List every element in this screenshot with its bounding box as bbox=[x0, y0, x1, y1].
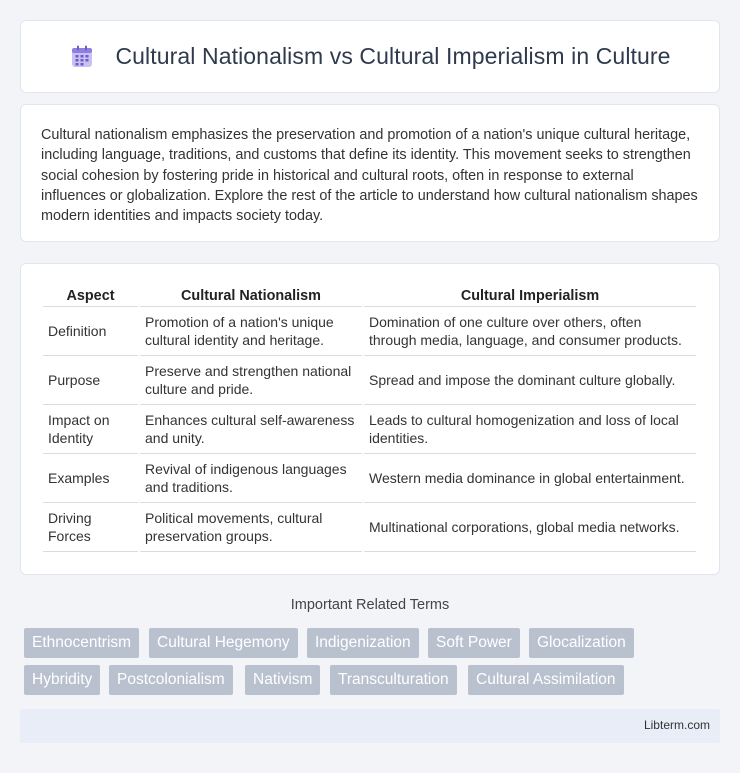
table-header-row: Aspect Cultural Nationalism Cultural Imp… bbox=[43, 284, 696, 307]
comparison-table-card: Aspect Cultural Nationalism Cultural Imp… bbox=[20, 263, 720, 575]
column-header-imperialism: Cultural Imperialism bbox=[364, 284, 696, 307]
cell-aspect: Examples bbox=[43, 454, 138, 503]
column-header-aspect: Aspect bbox=[43, 284, 138, 307]
table-row: Driving Forces Political movements, cult… bbox=[43, 503, 696, 552]
term-tag[interactable]: Nativism bbox=[245, 665, 321, 695]
comparison-table: Aspect Cultural Nationalism Cultural Imp… bbox=[41, 284, 698, 552]
intro-text: Cultural nationalism emphasizes the pres… bbox=[41, 127, 698, 225]
cell-nationalism: Promotion of a nation's unique cultural … bbox=[140, 307, 362, 356]
footer: Libterm.com bbox=[20, 709, 720, 743]
header-card: Cultural Nationalism vs Cultural Imperia… bbox=[20, 20, 720, 93]
term-tag[interactable]: Hybridity bbox=[24, 665, 101, 695]
term-tag[interactable]: Cultural Hegemony bbox=[149, 628, 298, 658]
term-tag[interactable]: Cultural Assimilation bbox=[468, 665, 624, 695]
cell-nationalism: Enhances cultural self-awareness and uni… bbox=[140, 405, 362, 454]
cell-imperialism: Multinational corporations, global media… bbox=[364, 503, 696, 552]
cell-nationalism: Revival of indigenous languages and trad… bbox=[140, 454, 362, 503]
term-tag[interactable]: Ethnocentrism bbox=[24, 628, 140, 658]
column-header-nationalism: Cultural Nationalism bbox=[140, 284, 362, 307]
term-tag[interactable]: Indigenization bbox=[307, 628, 419, 658]
cell-aspect: Definition bbox=[43, 307, 138, 356]
footer-site-link[interactable]: Libterm.com bbox=[644, 718, 710, 732]
table-row: Definition Promotion of a nation's uniqu… bbox=[43, 307, 696, 356]
table-row: Examples Revival of indigenous languages… bbox=[43, 454, 696, 503]
intro-card: Cultural nationalism emphasizes the pres… bbox=[20, 104, 720, 242]
cell-imperialism: Domination of one culture over others, o… bbox=[364, 307, 696, 356]
cell-nationalism: Political movements, cultural preservati… bbox=[140, 503, 362, 552]
cell-aspect: Purpose bbox=[43, 356, 138, 405]
document-grid-icon bbox=[72, 45, 93, 67]
cell-imperialism: Spread and impose the dominant culture g… bbox=[364, 356, 696, 405]
term-tag[interactable]: Postcolonialism bbox=[109, 665, 233, 695]
term-tag[interactable]: Transculturation bbox=[330, 665, 457, 695]
page-title: Cultural Nationalism vs Cultural Imperia… bbox=[115, 43, 671, 69]
related-terms-title: Important Related Terms bbox=[290, 597, 450, 613]
cell-imperialism: Western media dominance in global entert… bbox=[364, 454, 696, 503]
cell-imperialism: Leads to cultural homogenization and los… bbox=[364, 405, 696, 454]
table-row: Purpose Preserve and strengthen national… bbox=[43, 356, 696, 405]
term-tag[interactable]: Soft Power bbox=[428, 628, 520, 658]
cell-aspect: Driving Forces bbox=[43, 503, 138, 552]
term-tag[interactable]: Glocalization bbox=[529, 628, 634, 658]
table-row: Impact on Identity Enhances cultural sel… bbox=[43, 405, 696, 454]
cell-aspect: Impact on Identity bbox=[43, 405, 138, 454]
cell-nationalism: Preserve and strengthen national culture… bbox=[140, 356, 362, 405]
